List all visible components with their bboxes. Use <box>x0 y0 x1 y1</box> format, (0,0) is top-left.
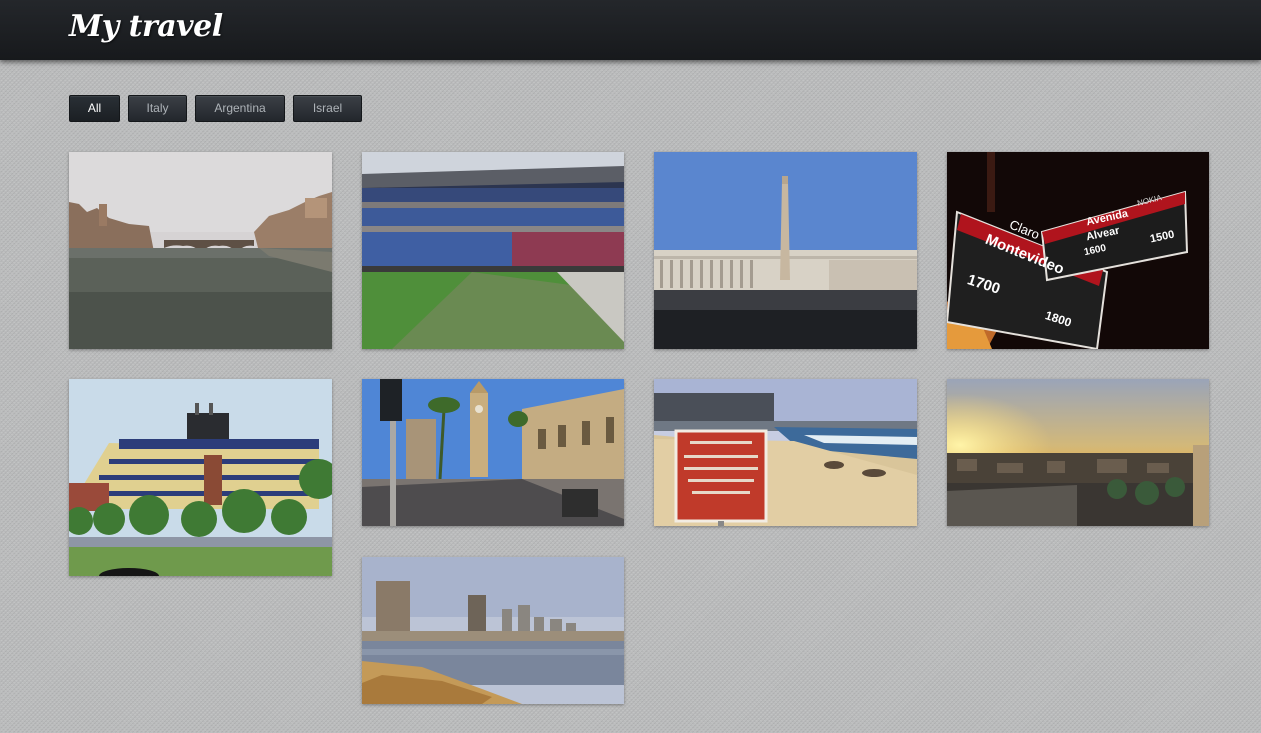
photo-beach-warning-sign[interactable] <box>654 379 917 526</box>
photo-arno-river[interactable] <box>69 152 332 349</box>
photo-clock-tower-street-image <box>362 379 624 526</box>
photo-seaside-skyline[interactable] <box>362 557 624 704</box>
photo-clock-tower-street[interactable] <box>362 379 624 526</box>
photo-st-peters-square-image <box>654 152 917 349</box>
photo-stadium-exterior-image <box>69 379 332 576</box>
site-header: My travel <box>0 0 1261 60</box>
photo-seaside-skyline-image <box>362 557 624 704</box>
photo-stadium-interior-image <box>362 152 624 349</box>
photo-night-street-sign[interactable]: Claro NOKIA Montevideo 1700 1800 Avenida… <box>947 152 1209 349</box>
photo-stadium-exterior[interactable] <box>69 379 332 576</box>
photo-stadium-interior[interactable] <box>362 152 624 349</box>
photo-beach-warning-sign-image <box>654 379 917 526</box>
filter-all-button[interactable]: All <box>69 95 120 122</box>
photo-sunset-city[interactable] <box>947 379 1209 526</box>
site-title[interactable]: My travel <box>69 6 223 48</box>
photo-st-peters-square[interactable] <box>654 152 917 349</box>
photo-sunset-city-image <box>947 379 1209 526</box>
filter-argentina-button[interactable]: Argentina <box>195 95 285 122</box>
photo-arno-river-image <box>69 152 332 349</box>
filter-israel-button[interactable]: Israel <box>293 95 362 122</box>
photo-night-street-sign-image <box>947 152 1209 349</box>
filter-italy-button[interactable]: Italy <box>128 95 187 122</box>
